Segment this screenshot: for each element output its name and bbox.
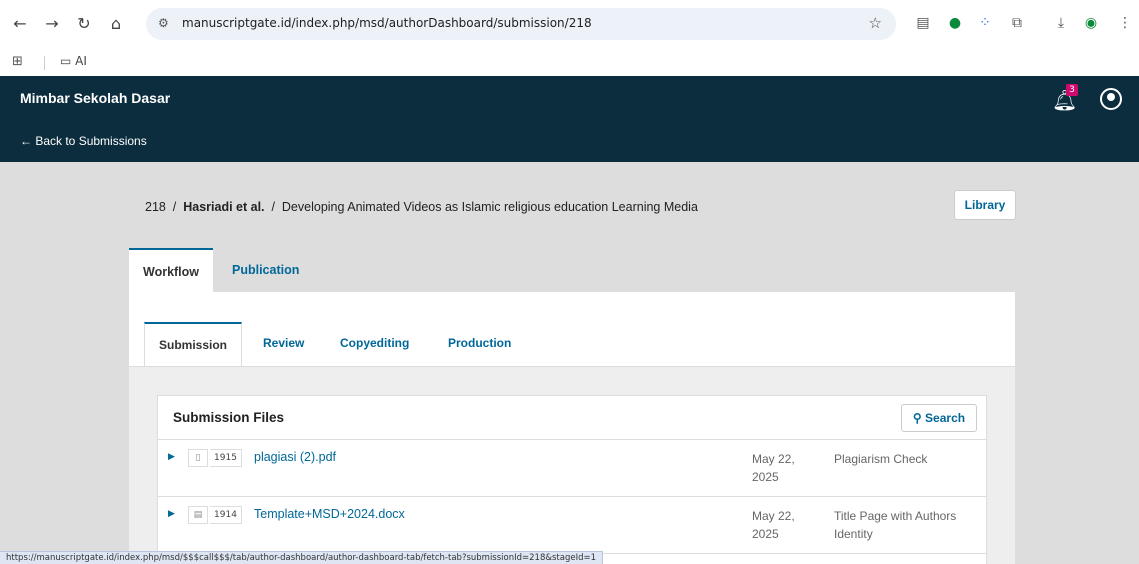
page-content: 218 / Hasriadi et al. / Developing Anima… <box>0 162 1139 564</box>
table-row: ▶ ▯ 1915 plagiasi (2).pdf May 22, 2025 P… <box>158 440 986 497</box>
home-icon[interactable]: ⌂ <box>106 14 126 34</box>
tab-publication[interactable]: Publication <box>218 248 313 292</box>
file-id: 1914 <box>210 506 242 524</box>
file-name-link[interactable]: plagiasi (2).pdf <box>254 450 336 464</box>
bookmark-separator <box>44 56 45 70</box>
notification-count-badge: 3 <box>1066 84 1078 96</box>
url-text: manuscriptgate.id/index.php/msd/authorDa… <box>182 16 592 30</box>
workflow-panel: Submission Review Copyediting Production… <box>129 292 1015 564</box>
reload-icon[interactable]: ↻ <box>74 14 94 34</box>
bookmark-folder-label: AI <box>75 54 87 68</box>
tab-submission[interactable]: Submission <box>144 322 243 366</box>
docx-file-icon: ▤ <box>188 506 208 524</box>
search-icon: ⚲ <box>912 411 922 425</box>
search-button-label: Search <box>925 411 966 425</box>
file-date: May 22, 2025 <box>752 509 795 541</box>
user-account-icon[interactable] <box>1100 88 1122 110</box>
extension-apps-icon[interactable]: ⁘ <box>976 14 994 32</box>
file-type: Title Page with Authors Identity <box>834 509 957 541</box>
tab-copyediting[interactable]: Copyediting <box>326 322 423 366</box>
tab-workflow[interactable]: Workflow <box>129 248 214 292</box>
submission-authors: Hasriadi et al. <box>183 200 265 214</box>
file-id: 1915 <box>210 449 242 467</box>
browser-menu-icon[interactable]: ⋮ <box>1116 14 1134 32</box>
pdf-file-icon: ▯ <box>188 449 208 467</box>
browser-toolbar: ← → ↻ ⌂ ⚙ manuscriptgate.id/index.php/ms… <box>0 0 1139 48</box>
file-date: May 22, 2025 <box>752 452 795 484</box>
tab-production[interactable]: Production <box>434 322 525 366</box>
forward-arrow-icon[interactable]: → <box>42 14 62 34</box>
file-name-link[interactable]: Template+MSD+2024.docx <box>254 507 405 521</box>
search-button[interactable]: ⚲ Search <box>901 404 977 432</box>
profile-avatar-icon[interactable]: ◉ <box>1082 14 1100 32</box>
breadcrumb: 218 / Hasriadi et al. / Developing Anima… <box>145 200 698 214</box>
apps-grid-icon[interactable]: ⊞ <box>12 54 23 69</box>
file-type: Plagiarism Check <box>834 452 928 466</box>
extensions-puzzle-icon[interactable]: ⧉ <box>1008 14 1026 32</box>
bookmarks-bar: ⊞ ▭ AI <box>0 48 1139 76</box>
back-arrow-icon[interactable]: ← <box>10 14 30 34</box>
bookmark-folder[interactable]: ▭ AI <box>60 54 87 68</box>
address-bar[interactable]: ⚙ manuscriptgate.id/index.php/msd/author… <box>146 8 896 40</box>
download-icon[interactable]: ⤓ <box>1052 14 1070 32</box>
table-row: ▶ ▤ 1914 Template+MSD+2024.docx May 22, … <box>158 497 986 554</box>
files-header: Submission Files ⚲ Search <box>158 396 986 440</box>
submission-title: Developing Animated Videos as Islamic re… <box>281 200 698 214</box>
expand-triangle-icon[interactable]: ▶ <box>168 452 175 462</box>
journal-title[interactable]: Mimbar Sekolah Dasar <box>20 90 170 106</box>
files-title: Submission Files <box>173 410 285 425</box>
submission-id: 218 <box>145 200 166 214</box>
browser-status-url: https://manuscriptgate.id/index.php/msd/… <box>0 551 604 564</box>
back-to-submissions-link[interactable]: ← Back to Submissions <box>20 134 147 148</box>
tab-review[interactable]: Review <box>249 322 318 366</box>
app-header: Mimbar Sekolah Dasar ← Back to Submissio… <box>0 76 1139 162</box>
expand-triangle-icon[interactable]: ▶ <box>168 509 175 519</box>
grammarly-icon[interactable]: ● <box>946 14 964 32</box>
reader-icon[interactable]: ▤ <box>914 14 932 32</box>
site-info-icon[interactable]: ⚙ <box>158 16 169 30</box>
bookmark-star-icon[interactable]: ☆ <box>869 14 882 32</box>
submission-stage-body: Submission Files ⚲ Search ▶ ▯ 1915 plagi… <box>129 366 1015 564</box>
submission-files-grid: Submission Files ⚲ Search ▶ ▯ 1915 plagi… <box>157 395 987 564</box>
stage-tabs: Submission Review Copyediting Production <box>129 292 1015 366</box>
library-button[interactable]: Library <box>954 190 1016 220</box>
